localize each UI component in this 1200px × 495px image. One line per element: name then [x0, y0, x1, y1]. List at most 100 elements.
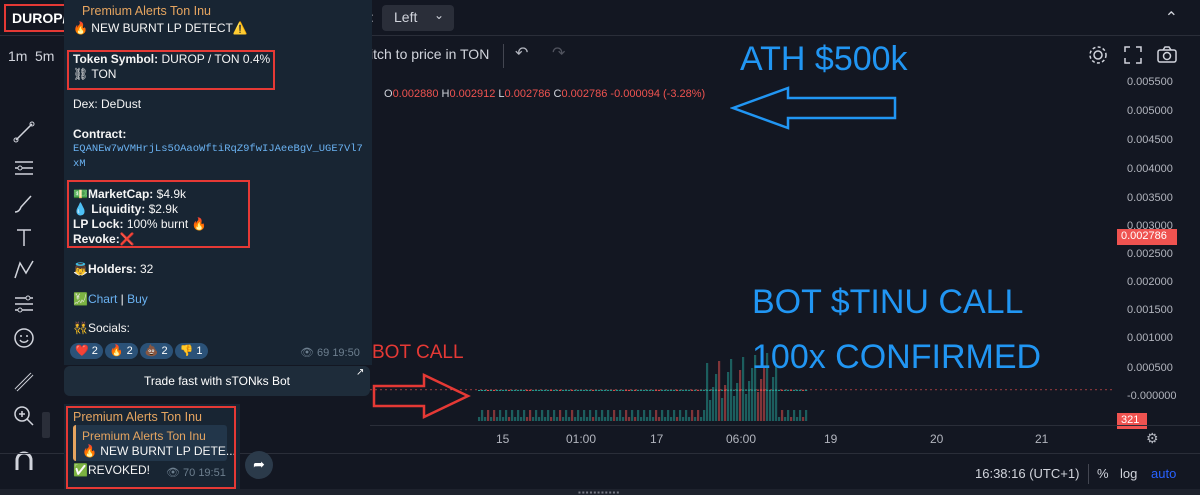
drag-handle-icon[interactable]: ▪▪▪▪▪▪▪▪▪▪▪ [578, 488, 620, 495]
buy-link[interactable]: Buy [127, 292, 148, 306]
ath-arrow-icon [730, 86, 897, 130]
timeframe-1m[interactable]: 1m [8, 48, 27, 64]
volume-bar [598, 417, 601, 421]
volume-bar [787, 410, 790, 421]
volume-bar [493, 410, 496, 421]
trend-line-icon[interactable] [12, 120, 36, 144]
candle-body [505, 389, 508, 391]
candle-body [631, 389, 634, 391]
candle-body [703, 389, 706, 391]
channel-name[interactable]: Premium Alerts Ton Inu [82, 4, 211, 18]
reaction-poop[interactable]: 💩 2 [139, 343, 173, 359]
time-tick: 15 [496, 432, 510, 446]
external-link-icon: ↗ [356, 367, 365, 378]
candle-body [544, 389, 547, 391]
candle-body [697, 389, 700, 391]
price-tick: 0.005500 [1127, 76, 1173, 88]
time-axis[interactable]: 15 01:00 17 06:00 19 20 21 [370, 425, 1200, 453]
volume-bar [496, 417, 499, 421]
axis-settings-icon[interactable]: ⚙ [1146, 430, 1159, 447]
price-axis[interactable]: 0.005500 0.005000 0.004500 0.004000 0.00… [1115, 76, 1200, 425]
volume-bar [547, 410, 550, 421]
price-tick: 0.001500 [1127, 304, 1173, 316]
percent-toggle[interactable]: % [1097, 466, 1109, 481]
forward-icon[interactable]: ➦ [245, 451, 273, 479]
candle-body [484, 389, 487, 391]
ruler-icon[interactable] [12, 370, 36, 394]
contract-address-end[interactable]: xM [73, 158, 86, 170]
annotation-ath: ATH $500k [740, 40, 908, 78]
volume-bar [721, 398, 724, 421]
volume-bar [778, 417, 781, 421]
candle-body [565, 389, 568, 391]
volume-bar [568, 417, 571, 421]
redo-icon[interactable]: ↷ [552, 43, 565, 63]
candle-body [733, 389, 736, 391]
gear-icon[interactable] [1087, 44, 1109, 66]
fullscreen-icon[interactable] [1122, 44, 1144, 66]
text-icon[interactable] [12, 226, 36, 250]
reaction-fire[interactable]: 🔥 2 [104, 343, 138, 359]
volume-bar [745, 394, 748, 421]
chart-link-icon: 💹 [73, 292, 88, 306]
price-tick: 0.002500 [1127, 248, 1173, 260]
candle-body [625, 389, 628, 391]
camera-icon[interactable] [1156, 44, 1178, 66]
clock[interactable]: 16:38:16 (UTC+1) [975, 466, 1079, 481]
link-separator: | [120, 292, 124, 306]
volume-bar [715, 374, 718, 421]
time-tick: 17 [650, 432, 664, 446]
candle-body [583, 389, 586, 391]
candle-body [790, 389, 793, 391]
volume-bar [799, 410, 802, 421]
candle-body [523, 389, 526, 391]
price-tick: 0.005000 [1127, 105, 1173, 117]
layout-dropdown[interactable]: Left ⌄ [382, 5, 454, 31]
reaction-thumbs-down[interactable]: 👎 1 [174, 343, 208, 359]
volume-bar [553, 410, 556, 421]
reaction-heart[interactable]: ❤️ 2 [70, 343, 103, 359]
undo-icon[interactable]: ↶ [515, 43, 528, 63]
candle-body [691, 389, 694, 391]
chart-link[interactable]: Chart [88, 292, 117, 306]
time-tick: 01:00 [566, 432, 597, 446]
volume-bar [517, 410, 520, 421]
annotation-100x-confirmed: 100x CONFIRMED [752, 338, 1042, 376]
candle-body [595, 389, 598, 391]
smiley-icon[interactable] [12, 326, 36, 350]
candle-body [793, 389, 796, 391]
ohlc-low: 0.002786 [504, 88, 551, 100]
timeframe-5m[interactable]: 5m [35, 48, 54, 64]
candle-body [676, 389, 679, 391]
collapse-icon[interactable]: ⌃ [1165, 8, 1178, 28]
zoom-in-icon[interactable] [12, 404, 36, 428]
alert-headline: 🔥 NEW BURNT LP DETECT⚠️ [73, 21, 248, 35]
toolbar-collapse-handle[interactable] [42, 412, 50, 438]
volume-bar [607, 410, 610, 421]
forecast-icon[interactable] [12, 292, 36, 316]
pattern-icon[interactable] [12, 258, 36, 282]
switch-price-ton-button[interactable]: itch to price in TON [370, 46, 489, 62]
horizontal-lines-icon[interactable] [12, 156, 36, 180]
volume-bar [781, 410, 784, 421]
candle-body [628, 389, 631, 391]
symbol-search-button[interactable]: DUROP/ [4, 4, 72, 32]
log-toggle[interactable]: log [1120, 466, 1137, 481]
candle-body [622, 389, 625, 391]
volume-bar [595, 410, 598, 421]
auto-toggle[interactable]: auto [1151, 466, 1176, 481]
brush-icon[interactable] [12, 192, 36, 216]
volume-bar [748, 381, 751, 421]
volume-bar [535, 410, 538, 421]
candle-body [640, 389, 643, 391]
candle-body [784, 389, 787, 391]
candle-body [598, 389, 601, 391]
candle-body [607, 389, 610, 391]
trade-fast-button[interactable]: Trade fast with sTONks Bot [64, 366, 370, 396]
candle-body [757, 389, 760, 391]
candle-body [682, 389, 685, 391]
candle-body [694, 389, 697, 391]
volume-bar [619, 410, 622, 421]
candle-body [643, 389, 646, 391]
contract-address[interactable]: EQANEw7wVMHrjLs5OAaoWftiRqZ9fwIJAeeBgV_U… [73, 143, 363, 155]
